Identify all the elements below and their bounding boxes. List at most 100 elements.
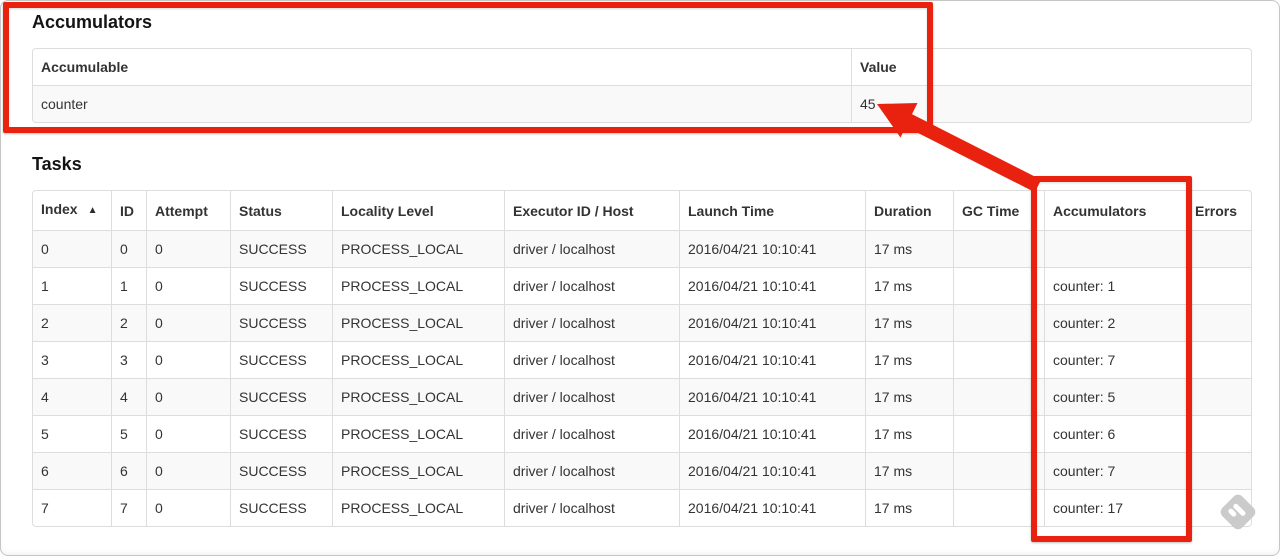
cell-gc-time (953, 452, 1044, 489)
cell-locality-level: PROCESS_LOCAL (332, 452, 504, 489)
cell-launch-time: 2016/04/21 10:10:41 (679, 452, 865, 489)
cell-launch-time: 2016/04/21 10:10:41 (679, 267, 865, 304)
cell-accumulators (1044, 230, 1186, 267)
cell-executor-id-host: driver / localhost (504, 378, 679, 415)
table-row: 3 3 0 SUCCESS PROCESS_LOCAL driver / loc… (33, 341, 1251, 378)
cell-status: SUCCESS (230, 415, 332, 452)
page-content: Accumulators Accumulable Value counter 4… (0, 0, 1280, 527)
cell-locality-level: PROCESS_LOCAL (332, 230, 504, 267)
cell-attempt: 0 (146, 452, 230, 489)
cell-attempt: 0 (146, 304, 230, 341)
duration-column-header[interactable]: Duration (865, 191, 953, 230)
accumulator-row: counter 45 (33, 85, 1251, 122)
cell-status: SUCCESS (230, 267, 332, 304)
spark-stage-details-page: Accumulators Accumulable Value counter 4… (0, 0, 1280, 556)
cell-gc-time (953, 267, 1044, 304)
cell-index: 3 (33, 341, 111, 378)
value-column-header[interactable]: Value (851, 49, 1251, 85)
cell-gc-time (953, 415, 1044, 452)
cell-errors (1186, 378, 1251, 415)
table-row: 7 7 0 SUCCESS PROCESS_LOCAL driver / loc… (33, 489, 1251, 526)
status-column-header[interactable]: Status (230, 191, 332, 230)
accumulators-table: Accumulable Value counter 45 (32, 48, 1252, 123)
errors-column-header[interactable]: Errors (1186, 191, 1251, 230)
cell-status: SUCCESS (230, 230, 332, 267)
cell-index: 1 (33, 267, 111, 304)
cell-locality-level: PROCESS_LOCAL (332, 415, 504, 452)
index-header-label: Index (41, 201, 78, 217)
cell-accumulators: counter: 1 (1044, 267, 1186, 304)
cell-id: 4 (111, 378, 146, 415)
sort-ascending-icon: ▲ (87, 205, 98, 216)
cell-executor-id-host: driver / localhost (504, 341, 679, 378)
cell-gc-time (953, 304, 1044, 341)
cell-duration: 17 ms (865, 378, 953, 415)
cell-attempt: 0 (146, 341, 230, 378)
cell-duration: 17 ms (865, 304, 953, 341)
cell-duration: 17 ms (865, 341, 953, 378)
cell-accumulators: counter: 7 (1044, 341, 1186, 378)
cell-executor-id-host: driver / localhost (504, 304, 679, 341)
cell-accumulators: counter: 2 (1044, 304, 1186, 341)
cell-duration: 17 ms (865, 489, 953, 526)
cell-locality-level: PROCESS_LOCAL (332, 267, 504, 304)
cell-launch-time: 2016/04/21 10:10:41 (679, 230, 865, 267)
cell-accumulators: counter: 17 (1044, 489, 1186, 526)
accumulators-header-row: Accumulable Value (33, 49, 1251, 85)
attempt-column-header[interactable]: Attempt (146, 191, 230, 230)
cell-gc-time (953, 378, 1044, 415)
table-row: 2 2 0 SUCCESS PROCESS_LOCAL driver / loc… (33, 304, 1251, 341)
cell-attempt: 0 (146, 378, 230, 415)
cell-errors (1186, 452, 1251, 489)
table-row: 4 4 0 SUCCESS PROCESS_LOCAL driver / loc… (33, 378, 1251, 415)
cell-errors (1186, 267, 1251, 304)
cell-executor-id-host: driver / localhost (504, 452, 679, 489)
cell-status: SUCCESS (230, 452, 332, 489)
accumulators-column-header[interactable]: Accumulators (1044, 191, 1186, 230)
cell-id: 2 (111, 304, 146, 341)
cell-attempt: 0 (146, 230, 230, 267)
cell-duration: 17 ms (865, 267, 953, 304)
cell-index: 4 (33, 378, 111, 415)
cell-id: 3 (111, 341, 146, 378)
cell-index: 6 (33, 452, 111, 489)
cell-duration: 17 ms (865, 452, 953, 489)
cell-locality-level: PROCESS_LOCAL (332, 489, 504, 526)
cell-index: 5 (33, 415, 111, 452)
id-column-header[interactable]: ID (111, 191, 146, 230)
cell-errors (1186, 230, 1251, 267)
cell-gc-time (953, 341, 1044, 378)
executor-id-host-column-header[interactable]: Executor ID / Host (504, 191, 679, 230)
cell-status: SUCCESS (230, 378, 332, 415)
cell-index: 2 (33, 304, 111, 341)
cell-status: SUCCESS (230, 304, 332, 341)
tasks-heading: Tasks (32, 154, 82, 174)
gc-time-column-header[interactable]: GC Time (953, 191, 1044, 230)
cell-errors (1186, 489, 1251, 526)
tasks-table-body: 0 0 0 SUCCESS PROCESS_LOCAL driver / loc… (33, 230, 1251, 526)
cell-index: 7 (33, 489, 111, 526)
cell-locality-level: PROCESS_LOCAL (332, 304, 504, 341)
cell-executor-id-host: driver / localhost (504, 489, 679, 526)
cell-executor-id-host: driver / localhost (504, 230, 679, 267)
launch-time-column-header[interactable]: Launch Time (679, 191, 865, 230)
accumulators-heading: Accumulators (32, 12, 153, 32)
cell-id: 5 (111, 415, 146, 452)
cell-id: 6 (111, 452, 146, 489)
cell-errors (1186, 341, 1251, 378)
cell-accumulators: counter: 6 (1044, 415, 1186, 452)
locality-level-column-header[interactable]: Locality Level (332, 191, 504, 230)
tasks-table: Index ▲ ID Attempt Status Locality Level … (32, 190, 1252, 527)
index-column-header[interactable]: Index ▲ (33, 191, 111, 230)
cell-gc-time (953, 230, 1044, 267)
cell-locality-level: PROCESS_LOCAL (332, 341, 504, 378)
cell-executor-id-host: driver / localhost (504, 267, 679, 304)
table-row: 1 1 0 SUCCESS PROCESS_LOCAL driver / loc… (33, 267, 1251, 304)
table-row: 5 5 0 SUCCESS PROCESS_LOCAL driver / loc… (33, 415, 1251, 452)
cell-id: 1 (111, 267, 146, 304)
cell-gc-time (953, 489, 1044, 526)
cell-launch-time: 2016/04/21 10:10:41 (679, 378, 865, 415)
tasks-header-row: Index ▲ ID Attempt Status Locality Level … (33, 191, 1251, 230)
cell-accumulators: counter: 7 (1044, 452, 1186, 489)
accumulable-column-header[interactable]: Accumulable (33, 49, 851, 85)
